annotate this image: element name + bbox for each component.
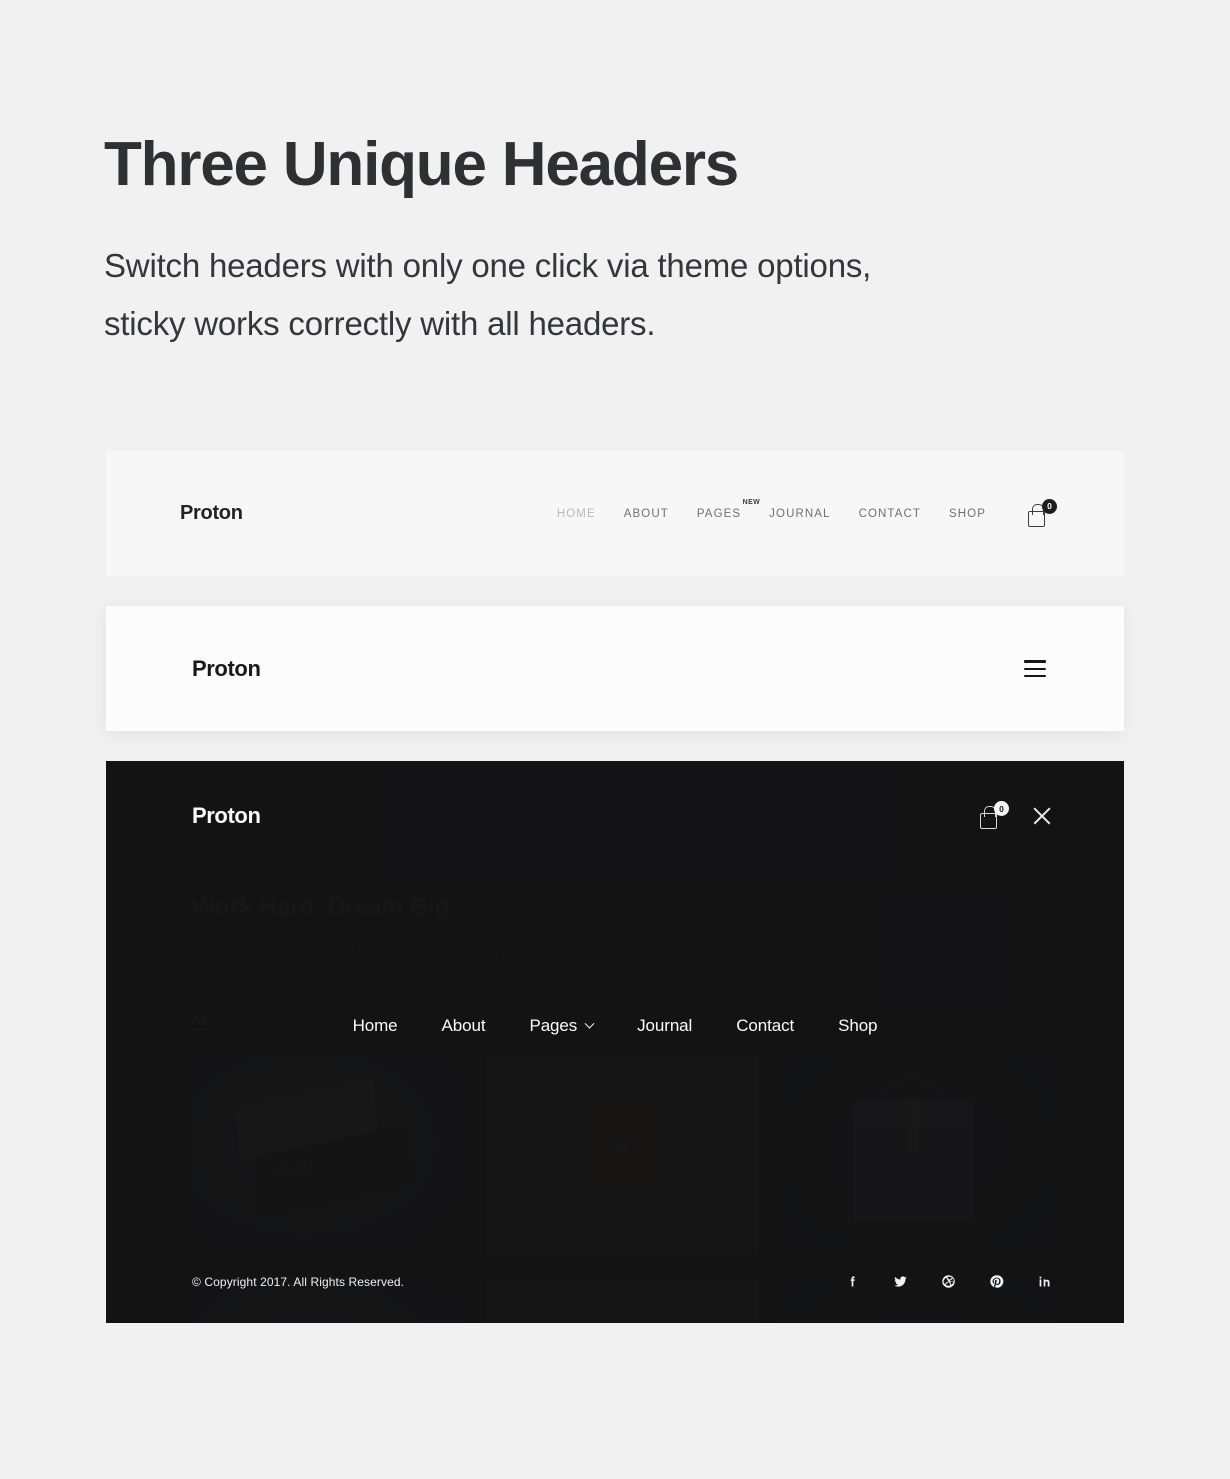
overlay-nav-item-pages-label: Pages [529, 1016, 578, 1036]
hamburger-line [1024, 674, 1046, 677]
nav-item-home[interactable]: HOME [557, 508, 596, 520]
overlay-nav-item-pages[interactable]: Pages [529, 1016, 595, 1036]
header-three-logo[interactable]: Proton [192, 803, 261, 829]
header-three: Work Hard. Dream Big. Lorem ipsum dolor … [106, 761, 1124, 1324]
shopping-bag-icon [1028, 503, 1045, 527]
social-links [845, 1274, 1052, 1289]
linkedin-icon[interactable] [1037, 1274, 1052, 1289]
nav-item-pages-label: PAGES [696, 507, 742, 520]
nav-item-contact[interactable]: CONTACT [859, 508, 921, 520]
copyright-text: © Copyright 2017. All Rights Reserved. [192, 1274, 405, 1289]
overlay-nav-item-journal[interactable]: Journal [637, 1016, 692, 1036]
overlay-nav-item-shop[interactable]: Shop [838, 1016, 877, 1036]
cart-count-badge: 0 [994, 801, 1009, 817]
overlay-nav: Home About Pages Journal Contact Shop [106, 1016, 1124, 1036]
header-one-logo[interactable]: Proton [180, 502, 243, 525]
page-title: Three Unique Headers [104, 130, 739, 199]
header-three-actions: 0 [980, 801, 1052, 830]
intro-section: Three Unique Headers Switch headers with… [0, 0, 1230, 353]
dribbble-icon[interactable] [941, 1274, 956, 1289]
overlay-footer: © Copyright 2017. All Rights Reserved. [192, 1274, 1052, 1289]
twitter-icon[interactable] [893, 1274, 908, 1289]
hamburger-line [1024, 667, 1046, 670]
chevron-down-icon [584, 1018, 595, 1029]
nav-item-about[interactable]: ABOUT [624, 508, 669, 520]
facebook-icon[interactable] [845, 1274, 860, 1289]
header-one-nav: HOME ABOUT PAGES NEW JOURNAL CONTACT SHO… [557, 498, 1057, 527]
header-three-frame: Work Hard. Dream Big. Lorem ipsum dolor … [106, 761, 1124, 1324]
header-two-frame: Proton [106, 606, 1124, 732]
overlay-nav-item-home[interactable]: Home [353, 1016, 398, 1036]
pinterest-icon[interactable] [989, 1274, 1004, 1289]
cart-count-badge: 0 [1042, 498, 1057, 514]
hamburger-line [1024, 660, 1046, 663]
cart-button-dark[interactable]: 0 [980, 801, 1009, 830]
header-three-topbar: Proton 0 [106, 761, 1124, 871]
nav-item-shop[interactable]: SHOP [949, 508, 986, 520]
page-subtitle: Switch headers with only one click via t… [104, 237, 1144, 353]
header-two-logo[interactable]: Proton [192, 656, 261, 682]
page-subtitle-line-2: sticky works correctly with all headers. [104, 305, 656, 343]
header-one-frame: Proton HOME ABOUT PAGES NEW JOURNAL CONT… [106, 451, 1124, 577]
cart-button[interactable]: 0 [1028, 498, 1057, 527]
header-two: Proton [106, 606, 1124, 732]
nav-new-badge: NEW [742, 498, 761, 506]
header-one: Proton HOME ABOUT PAGES NEW JOURNAL CONT… [106, 451, 1124, 577]
overlay-nav-item-about[interactable]: About [442, 1016, 486, 1036]
overlay-nav-item-contact[interactable]: Contact [736, 1016, 794, 1036]
nav-item-journal[interactable]: JOURNAL [769, 508, 830, 520]
page-subtitle-line-1: Switch headers with only one click via t… [104, 246, 872, 284]
nav-item-pages[interactable]: PAGES NEW [696, 499, 760, 520]
hamburger-icon[interactable] [1024, 660, 1046, 677]
shopping-bag-icon [980, 806, 997, 830]
header-previews: Proton HOME ABOUT PAGES NEW JOURNAL CONT… [0, 451, 1230, 1324]
close-icon[interactable] [1032, 806, 1052, 826]
